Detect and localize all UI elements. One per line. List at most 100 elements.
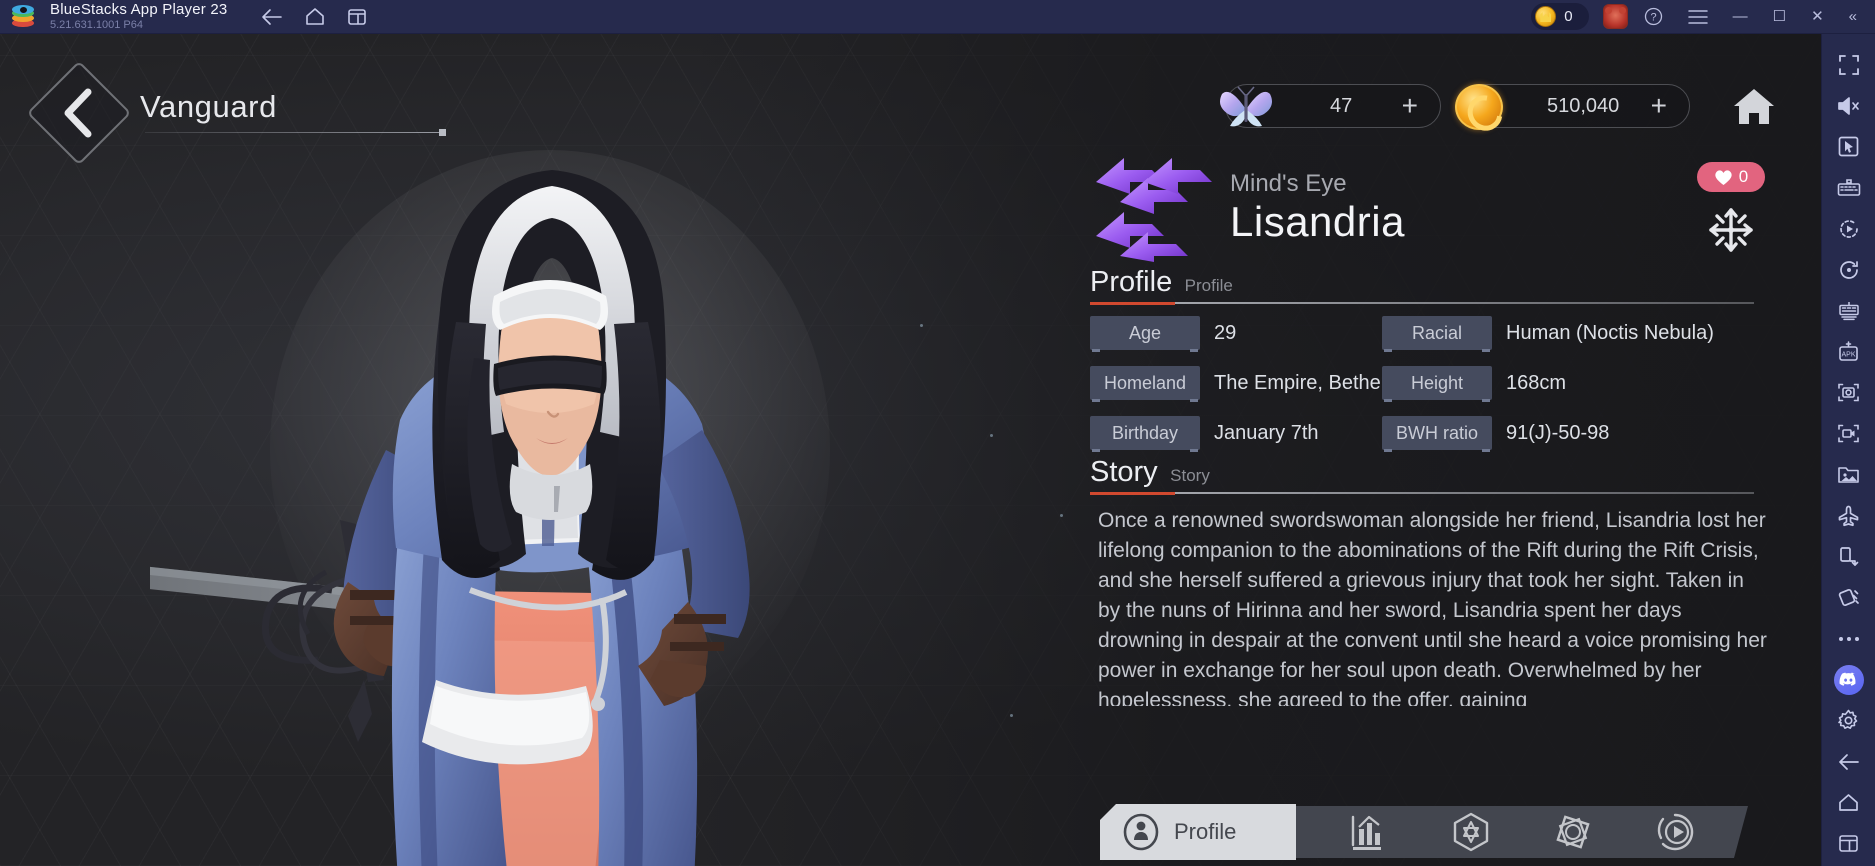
fullscreen-icon[interactable] [1822, 44, 1875, 85]
game-home-button[interactable] [1728, 82, 1780, 130]
svg-text:APK: APK [1841, 352, 1855, 359]
game-topbar: Vanguard 47 + 510,040 + [0, 34, 1821, 166]
points-value: 0 [1564, 8, 1573, 25]
story-text: Once a renowned swordswoman alongside he… [1098, 509, 1767, 706]
sparkle-particle [990, 434, 993, 437]
more-options-icon[interactable] [1822, 618, 1875, 659]
profile-section-header: Profile Profile [1090, 266, 1790, 305]
field-value: January 7th [1214, 421, 1319, 444]
profile-field-homeland: Homeland The Empire, Bethelburg [1090, 366, 1425, 402]
bluestacks-titlebar: BlueStacks App Player 23 5.21.631.1001 P… [0, 0, 1875, 34]
character-subtitle: Mind's Eye [1230, 170, 1347, 197]
back-icon[interactable] [261, 8, 283, 26]
butterfly-icon [1220, 86, 1272, 127]
field-label: Racial [1382, 316, 1492, 352]
character-detail-panel: Mind's Eye Lisandria 0 Profile Profile A… [1090, 154, 1790, 794]
butterfly-currency-pill[interactable]: 47 + [1220, 84, 1441, 128]
field-label: Age [1090, 316, 1200, 352]
gold-coin-icon [1455, 84, 1503, 130]
close-icon[interactable]: ✕ [1811, 9, 1824, 24]
profile-field-height: Height 168cm [1382, 366, 1567, 402]
app-version: 5.21.631.1001 P64 [50, 19, 143, 31]
profile-field-age: Age 29 [1090, 316, 1382, 352]
story-text-scroll[interactable]: Once a renowned swordswoman alongside he… [1098, 506, 1770, 706]
discord-badge [1833, 664, 1864, 695]
collapse-icon[interactable]: « [1849, 9, 1857, 24]
butterfly-add-button[interactable]: + [1402, 92, 1418, 120]
likes-count: 0 [1738, 167, 1749, 186]
window-controls: ? — ☐ ✕ « [1644, 7, 1857, 26]
stats-chart-icon[interactable] [1348, 811, 1390, 853]
sparkle-particle [1060, 514, 1063, 517]
tab-profile-label: Profile [1174, 819, 1237, 844]
screenshot-icon[interactable] [1822, 372, 1875, 413]
android-recents-icon[interactable] [1822, 823, 1875, 864]
profile-field-racial: Racial Human (Noctis Nebula) [1382, 316, 1714, 352]
home-icon[interactable] [305, 7, 325, 26]
titlebar-nav-icons [261, 7, 367, 26]
multi-instance-sync-icon[interactable] [1822, 290, 1875, 331]
story-heading-rule [1090, 492, 1754, 495]
minds-eye-emblem-icon [1096, 158, 1212, 262]
game-viewport: Vanguard 47 + 510,040 + Mind's Eye Lisan… [0, 34, 1821, 866]
profile-row: Birthday January 7th BWH ratio 91(J)-50-… [1090, 412, 1790, 454]
android-home-icon[interactable] [1822, 782, 1875, 823]
likes-badge[interactable]: 0 [1697, 162, 1765, 192]
screenshot-root: BlueStacks App Player 23 5.21.631.1001 P… [0, 0, 1875, 866]
profile-person-icon [1123, 813, 1159, 851]
story-heading-sub: Story [1170, 466, 1210, 485]
move-camera-icon[interactable] [1705, 204, 1757, 256]
character-artwork [150, 150, 830, 866]
field-value: 168cm [1506, 371, 1567, 394]
profile-heading-rule [1090, 302, 1754, 305]
hamburger-menu-icon[interactable] [1687, 9, 1708, 24]
profile-row: Homeland The Empire, Bethelburg Height 1… [1090, 362, 1790, 404]
eco-airplane-icon[interactable] [1822, 495, 1875, 536]
app-title-block: BlueStacks App Player 23 5.21.631.1001 P… [50, 2, 227, 31]
maximize-icon[interactable]: ☐ [1773, 9, 1786, 24]
back-arrow-icon [64, 88, 92, 138]
profile-field-birthday: Birthday January 7th [1090, 416, 1382, 452]
bluestacks-points-badge[interactable]: 0 [1531, 3, 1589, 30]
media-gallery-icon[interactable] [1822, 454, 1875, 495]
bluestacks-sidebar: APK [1821, 34, 1875, 866]
sparkle-particle [1010, 714, 1013, 717]
record-video-icon[interactable] [1822, 413, 1875, 454]
install-apk-icon[interactable]: APK [1822, 331, 1875, 372]
multi-instance-icon[interactable] [347, 8, 367, 26]
gold-currency-pill[interactable]: 510,040 + [1455, 84, 1690, 130]
rotate-refresh-icon[interactable] [1822, 249, 1875, 290]
settings-gear-icon[interactable] [1822, 700, 1875, 741]
field-label: Height [1382, 366, 1492, 402]
character-name: Lisandria [1230, 198, 1405, 245]
story-heading: Story [1090, 456, 1158, 488]
profile-fields: Age 29 Racial Human (Noctis Nebula) Home… [1090, 312, 1790, 462]
profile-row: Age 29 Racial Human (Noctis Nebula) [1090, 312, 1790, 354]
gold-add-button[interactable]: + [1651, 92, 1667, 120]
gold-value: 510,040 [1547, 94, 1620, 117]
gem-diamond-icon[interactable] [1552, 811, 1594, 853]
bluestacks-logo-icon [10, 4, 36, 30]
user-avatar[interactable] [1602, 4, 1628, 29]
hexagon-star-icon[interactable] [1450, 811, 1492, 853]
mute-icon[interactable] [1822, 85, 1875, 126]
tab-profile[interactable]: Profile [1100, 804, 1296, 860]
app-name: BlueStacks App Player 23 [50, 1, 228, 18]
discord-icon[interactable] [1822, 659, 1875, 700]
points-coin-icon [1535, 6, 1557, 27]
rotate-device-icon[interactable] [1822, 536, 1875, 577]
help-icon[interactable]: ? [1644, 7, 1663, 26]
field-value: 91(J)-50-98 [1506, 421, 1610, 444]
macro-play-icon[interactable] [1822, 208, 1875, 249]
character-tab-bar: Profile [1100, 804, 1748, 860]
profile-heading-sub: Profile [1184, 276, 1233, 295]
page-title: Vanguard [140, 89, 277, 124]
keyboard-controls-icon[interactable] [1822, 167, 1875, 208]
shake-device-icon[interactable] [1822, 577, 1875, 618]
minimize-icon[interactable]: — [1733, 9, 1748, 24]
android-back-icon[interactable] [1822, 741, 1875, 782]
play-circle-icon[interactable] [1654, 811, 1696, 853]
field-label: BWH ratio [1382, 416, 1492, 452]
cursor-pointer-icon[interactable] [1822, 126, 1875, 167]
tab-group-inactive [1296, 806, 1748, 858]
